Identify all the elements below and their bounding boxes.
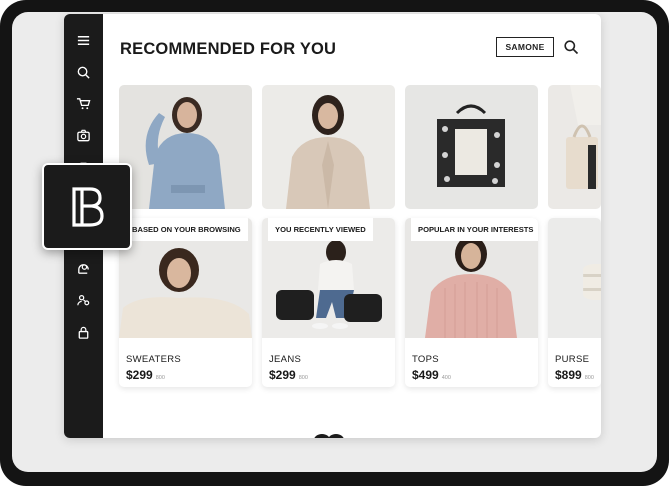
price: $299 800	[126, 368, 165, 382]
device-frame: RECOMMENDED FOR YOU SAMONE BASED ON YOUR…	[0, 0, 669, 486]
product-card[interactable]: BASED ON YOUR BROWSING SWEATERS $299 800	[119, 218, 252, 387]
profile-icon[interactable]	[75, 260, 92, 277]
category-label: JEANS	[269, 354, 302, 365]
recommendation-tag: YOU RECENTLY VIEWED	[268, 218, 373, 241]
app-window: RECOMMENDED FOR YOU SAMONE BASED ON YOUR…	[64, 14, 601, 438]
camera-icon[interactable]	[75, 127, 92, 144]
recommendation-tag: POPULAR IN YOUR INTERESTS	[411, 218, 538, 241]
lock-icon[interactable]	[75, 324, 92, 341]
search-icon[interactable]	[563, 39, 579, 55]
product-card[interactable]: YOU RECENTLY VIEWED JEANS $299 800	[262, 218, 395, 387]
brand-logo-icon	[42, 163, 132, 250]
beige-cardigan-photo	[262, 85, 395, 209]
user-button[interactable]: SAMONE	[496, 37, 554, 57]
price: $299 800	[269, 368, 308, 382]
category-label: PURSE	[555, 354, 590, 365]
price: $499 400	[412, 368, 451, 382]
price: $899 800	[555, 368, 594, 382]
search-icon[interactable]	[75, 64, 92, 81]
decorative-shape	[314, 434, 344, 438]
product-tile[interactable]	[548, 85, 601, 209]
category-label: SWEATERS	[126, 354, 182, 365]
recommendation-tag: BASED ON YOUR BROWSING	[125, 218, 248, 241]
purse-photo	[548, 218, 601, 338]
cream-bag-photo	[548, 85, 601, 209]
page-title: RECOMMENDED FOR YOU	[120, 40, 337, 58]
tote-bag-photo	[405, 85, 538, 209]
menu-icon[interactable]	[75, 32, 92, 49]
blue-sweater-photo	[119, 85, 252, 209]
product-tile[interactable]	[119, 85, 252, 209]
people-icon[interactable]	[75, 292, 92, 309]
product-tile[interactable]	[262, 85, 395, 209]
product-card[interactable]: POPULAR IN YOUR INTERESTS TOPS $499 400	[405, 218, 538, 387]
product-tile[interactable]	[405, 85, 538, 209]
product-card[interactable]: PURSE $899 800	[548, 218, 601, 387]
cart-icon[interactable]	[75, 95, 92, 112]
category-label: TOPS	[412, 354, 439, 365]
